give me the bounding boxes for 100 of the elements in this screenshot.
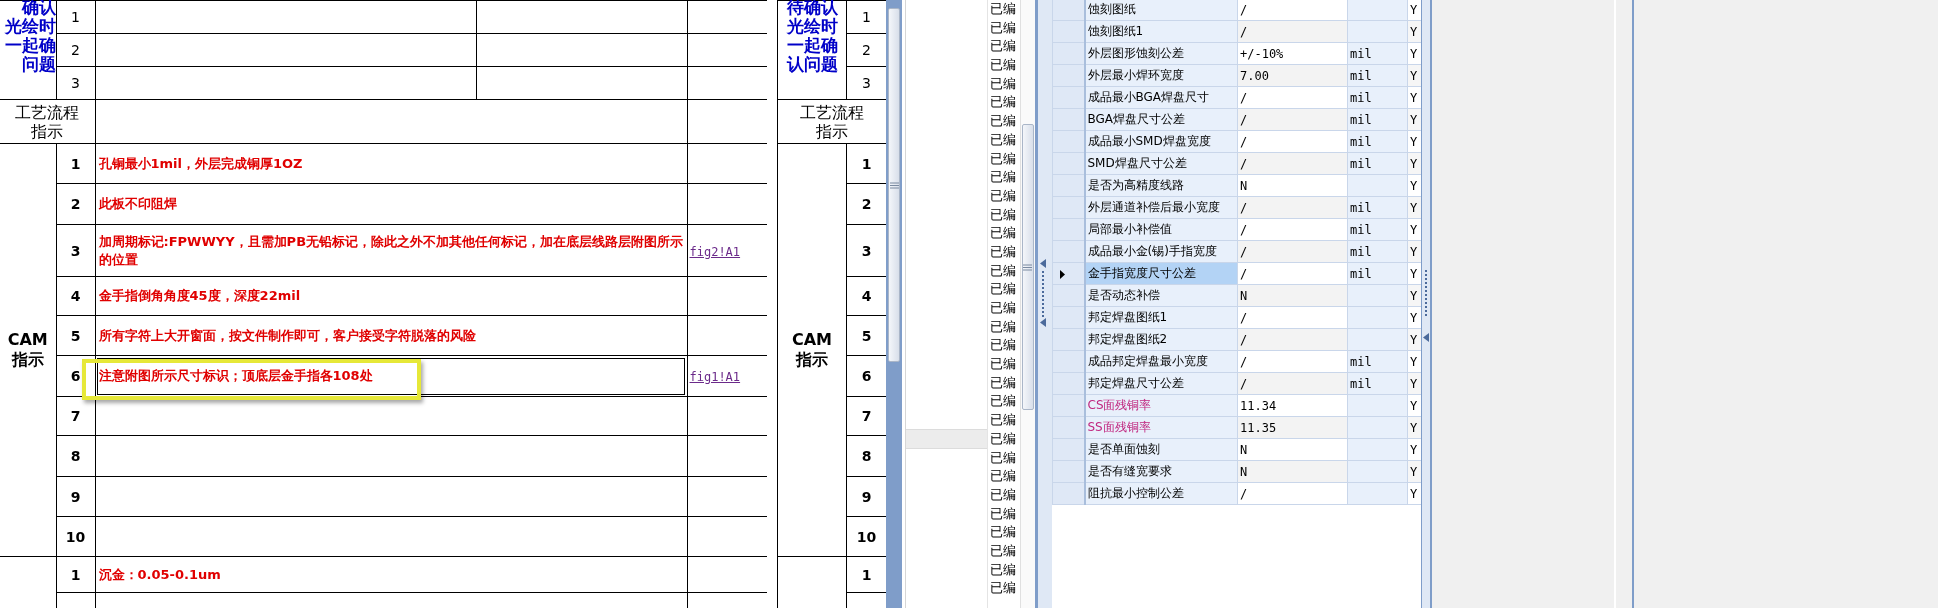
property-name[interactable]: 邦定焊盘尺寸公差 — [1084, 372, 1238, 395]
list-item[interactable]: 已编 — [987, 93, 1020, 113]
list-item[interactable]: 已编 — [987, 149, 1020, 169]
instruction-cell[interactable]: 此板不印阻焊 — [95, 183, 687, 225]
list-item[interactable]: 已编 — [987, 242, 1020, 262]
flag-text: Y — [1410, 24, 1418, 39]
row-number: 4 — [70, 288, 81, 304]
instruction-cell[interactable] — [95, 435, 687, 477]
property-name[interactable]: 金手指宽度尺寸公差 — [1084, 262, 1238, 285]
property-name[interactable]: 蚀刻图纸 — [1084, 0, 1238, 21]
row-number: 7 — [861, 408, 872, 424]
property-name[interactable]: 邦定焊盘图纸2 — [1084, 328, 1238, 351]
property-name[interactable]: 是否为高精度线路 — [1084, 174, 1238, 197]
row-number: 1 — [861, 155, 872, 172]
list-item[interactable]: 已编 — [987, 130, 1020, 150]
flag-text: Y — [1410, 464, 1418, 479]
row-number: 2 — [71, 42, 80, 58]
list-item[interactable]: 已编 — [987, 411, 1020, 430]
row-header[interactable] — [1052, 262, 1085, 285]
scrollbar-thumb[interactable] — [1021, 124, 1034, 410]
flag-text: Y — [1410, 486, 1418, 501]
list-item[interactable]: 已编 — [987, 504, 1020, 524]
unit-text: mil — [1350, 244, 1372, 259]
list-item[interactable]: 已编 — [987, 317, 1020, 337]
instruction-cell[interactable]: 孔铜最小1mil，外层完成铜厚1OZ — [95, 143, 687, 184]
list-item[interactable]: 已编 — [987, 186, 1020, 206]
scrollbar-thumb[interactable] — [888, 8, 900, 362]
flag-text: Y — [1410, 244, 1418, 259]
list-item[interactable]: 已编 — [987, 429, 1020, 449]
collapse-arrow-icon[interactable] — [1423, 333, 1429, 342]
splitter-bar[interactable] — [1422, 0, 1432, 608]
list-item[interactable]: 已编 — [987, 392, 1020, 412]
property-name[interactable]: CS面残铜率 — [1084, 394, 1238, 417]
property-name[interactable]: 局部最小补偿值 — [1084, 218, 1238, 241]
property-name[interactable]: SMD焊盘尺寸公差 — [1084, 152, 1238, 175]
list-item[interactable]: 已编 — [987, 56, 1020, 75]
list-item[interactable]: 已编 — [987, 355, 1020, 374]
property-name[interactable]: 成品最小金(锡)手指宽度 — [1084, 240, 1238, 263]
property-name[interactable]: 外层通道补偿后最小宽度 — [1084, 196, 1238, 219]
instruction-cell[interactable] — [95, 476, 687, 517]
scrollbar[interactable] — [1019, 0, 1035, 608]
list-item[interactable]: 已编 — [987, 467, 1020, 486]
list-item[interactable]: 已编 — [987, 112, 1020, 131]
property-value[interactable]: / — [1237, 0, 1348, 21]
scrollbar[interactable] — [906, 429, 987, 449]
instruction-text: 孔铜最小1mil，外层完成铜厚1OZ — [98, 155, 303, 171]
property-name[interactable]: 是否有缝宽要求 — [1084, 460, 1238, 483]
property-name[interactable]: 是否动态补偿 — [1084, 284, 1238, 307]
link[interactable]: fig2!A1 — [689, 244, 741, 259]
list-item[interactable]: 已编 — [987, 299, 1020, 318]
row-number: 2 — [70, 196, 81, 212]
flag-text: Y — [1410, 398, 1418, 413]
list-item[interactable]: 已编 — [987, 261, 1020, 281]
row-number: 8 — [70, 448, 81, 464]
instruction-cell[interactable]: 所有字符上大开窗面，按文件制作即可，客户接受字符脱落的风险 — [95, 315, 687, 356]
scrollbar[interactable] — [886, 0, 902, 608]
row-number: 3 — [861, 242, 872, 259]
property-name[interactable]: SS面残铜率 — [1084, 416, 1238, 439]
row-number: 1 — [71, 9, 80, 25]
flag-text: Y — [1410, 200, 1418, 215]
list-item[interactable]: 已编 — [987, 18, 1020, 38]
list-item[interactable]: 已编 — [987, 224, 1020, 243]
list-item[interactable]: 已编 — [987, 205, 1020, 225]
list-item[interactable]: 已编 — [987, 541, 1020, 561]
collapse-arrow-icon[interactable] — [1040, 259, 1046, 268]
instruction-cell[interactable]: 金手指倒角角度45度，深度22mil — [95, 276, 687, 316]
list-item[interactable]: 已编 — [987, 448, 1020, 468]
property-name[interactable]: BGA焊盘尺寸公差 — [1084, 108, 1238, 131]
flag-text: Y — [1410, 90, 1418, 105]
list-item[interactable]: 已编 — [987, 373, 1020, 393]
list-item[interactable]: 已编 — [987, 280, 1020, 299]
property-name[interactable]: 邦定焊盘图纸1 — [1084, 306, 1238, 329]
row-number: 7 — [70, 408, 81, 424]
property-name[interactable]: 外层图形蚀刻公差 — [1084, 42, 1238, 65]
property-name[interactable]: 成品邦定焊盘最小宽度 — [1084, 350, 1238, 373]
unit-text: mil — [1350, 46, 1372, 61]
collapse-arrow-icon[interactable] — [1040, 318, 1046, 327]
unit-text: mil — [1350, 68, 1372, 83]
property-name[interactable]: 蚀刻图纸1 — [1084, 20, 1238, 43]
list-item[interactable]: 已编 — [987, 523, 1020, 542]
instruction-cell[interactable] — [95, 516, 687, 557]
row-label: CAM 指示 — [791, 330, 832, 370]
property-name[interactable]: 成品最小BGA焊盘尺寸 — [1084, 86, 1238, 109]
list-item[interactable]: 已编 — [987, 0, 1020, 19]
property-name[interactable]: 成品最小SMD焊盘宽度 — [1084, 130, 1238, 153]
list-item[interactable]: 已编 — [987, 579, 1020, 598]
list-item[interactable]: 已编 — [987, 37, 1020, 57]
row-label: 工艺流程 指示 — [15, 102, 80, 141]
row-number: 8 — [861, 448, 872, 464]
instruction-cell[interactable] — [95, 396, 687, 436]
flag-text: Y — [1410, 332, 1418, 347]
list-item[interactable]: 已编 — [987, 168, 1020, 187]
property-name[interactable]: 是否单面蚀刻 — [1084, 438, 1238, 461]
instruction-cell[interactable]: 加周期标记:FPWWYY，且需加PB无铅标记，除此之外不加其他任何标记，加在底层线路层附图所示的位置 — [95, 224, 687, 277]
property-name[interactable]: 阻抗最小控制公差 — [1084, 482, 1238, 505]
property-name[interactable]: 外层最小焊环宽度 — [1084, 64, 1238, 87]
list-item[interactable]: 已编 — [987, 74, 1020, 94]
list-item[interactable]: 已编 — [987, 336, 1020, 356]
list-item[interactable]: 已编 — [987, 560, 1020, 580]
list-item[interactable]: 已编 — [987, 485, 1020, 505]
